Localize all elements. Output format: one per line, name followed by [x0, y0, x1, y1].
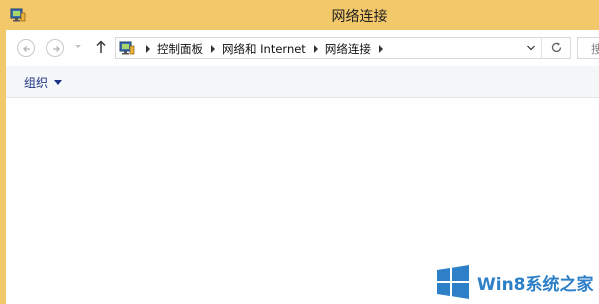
window-title: 网络连接 — [331, 9, 388, 25]
back-button[interactable] — [17, 39, 35, 57]
refresh-icon — [551, 42, 562, 53]
forward-arrow-icon — [53, 46, 60, 52]
organize-menu-button[interactable]: 组织 — [24, 74, 63, 90]
address-history-chevron-down-icon[interactable] — [526, 44, 536, 52]
breadcrumb: 控制面板 网络和 Internet 网络连接 — [138, 41, 390, 56]
navigation-bar: 控制面板 网络和 Internet 网络连接 搜 — [6, 30, 599, 66]
recent-locations-chevron-down-icon[interactable] — [74, 44, 82, 50]
breadcrumb-network-connections[interactable]: 网络连接 — [325, 41, 371, 57]
breadcrumb-network-internet[interactable]: 网络和 Internet — [222, 41, 306, 57]
organize-label: 组织 — [24, 75, 49, 90]
forward-button[interactable] — [46, 39, 64, 57]
breadcrumb-separator-icon[interactable] — [211, 44, 215, 53]
breadcrumb-separator-icon[interactable] — [146, 44, 150, 53]
search-placeholder: 搜 — [591, 41, 599, 57]
caret-down-icon — [54, 80, 63, 85]
search-input[interactable]: 搜 — [577, 37, 599, 59]
windows-logo-icon — [437, 265, 469, 299]
up-arrow-icon[interactable] — [95, 39, 107, 55]
watermark-text: Win8系统之家 — [477, 275, 594, 295]
back-arrow-icon — [23, 46, 30, 52]
refresh-button[interactable] — [541, 38, 571, 58]
title-bar[interactable]: 网络连接 — [0, 0, 599, 30]
command-bar: 组织 — [6, 66, 599, 98]
breadcrumb-separator-icon[interactable] — [313, 44, 318, 53]
breadcrumb-control-panel[interactable]: 控制面板 — [157, 41, 203, 57]
watermark: Win8系统之家 — [436, 262, 599, 302]
control-panel-icon — [119, 40, 135, 56]
address-bar[interactable]: 控制面板 网络和 Internet 网络连接 — [115, 37, 571, 59]
breadcrumb-separator-icon[interactable] — [378, 44, 383, 53]
